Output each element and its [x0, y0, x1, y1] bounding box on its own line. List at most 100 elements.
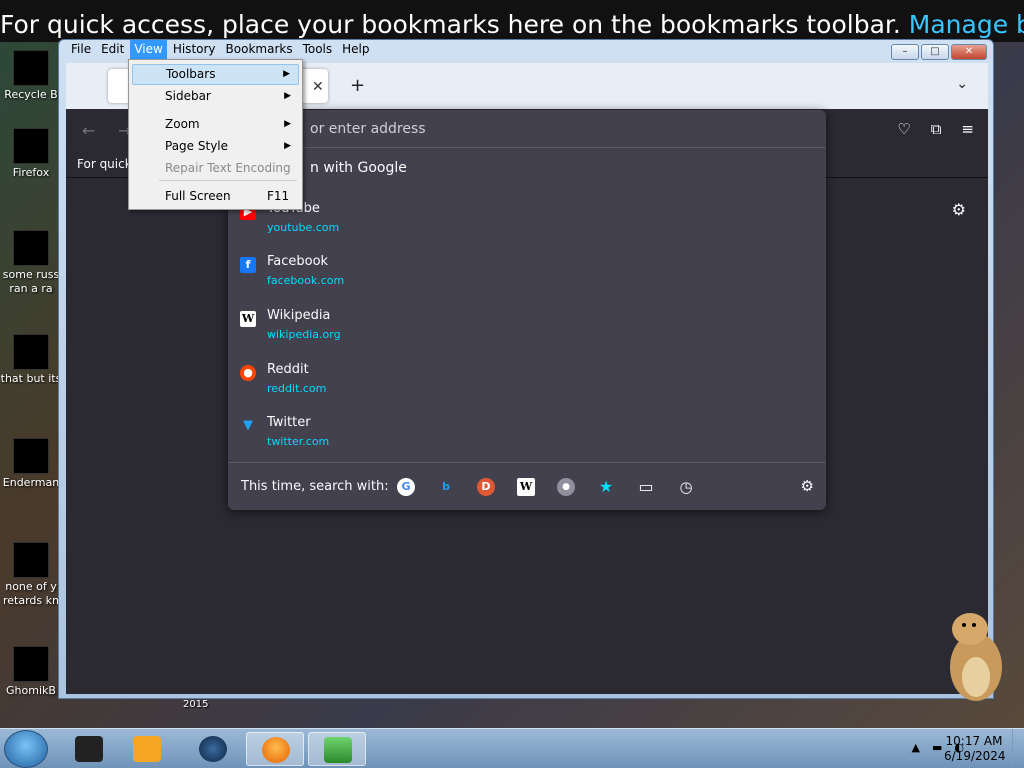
desktop-icon-file-3[interactable]: none of y retards kn [0, 542, 62, 608]
submenu-arrow-icon: ▶ [283, 69, 290, 79]
suggestion-title: Twitter [267, 415, 311, 430]
menu-view[interactable]: View [130, 40, 167, 60]
taskbar: ▲ ▬ ◐ 10:17 AM 6/19/2024 [0, 728, 1024, 768]
taskbar-media-player[interactable] [118, 732, 176, 766]
bing-icon[interactable]: b [437, 478, 455, 496]
taskbar-app-1[interactable] [60, 732, 118, 766]
view-menu-zoom[interactable]: Zoom ▶ [132, 114, 299, 135]
view-menu-toolbars[interactable]: Toolbars ▶ [132, 64, 299, 85]
suggestion-url: reddit.com [267, 382, 327, 395]
suggestion-url: facebook.com [267, 274, 345, 287]
desktop-icon-file-1[interactable]: some russ ran a ra [0, 230, 62, 296]
bookmarks-star-icon[interactable]: ★ [597, 478, 615, 496]
reddit-icon: ● [240, 365, 256, 381]
bookmarks-toolbar-hint: For quick [77, 157, 132, 171]
suggestion-url: wikipedia.org [267, 328, 341, 341]
suggestion-title: Wikipedia [267, 308, 331, 323]
urlbar-placeholder: or enter address [310, 121, 426, 137]
taskbar-app-5[interactable] [308, 732, 366, 766]
wikipedia-icon: W [240, 311, 256, 327]
menu-edit[interactable]: Edit [97, 40, 128, 60]
duckduckgo-icon[interactable]: D [477, 478, 495, 496]
history-icon[interactable]: ◷ [677, 478, 695, 496]
menu-history[interactable]: History [169, 40, 220, 60]
maximize-button[interactable]: □ [921, 44, 949, 60]
menubar: File Edit View History Bookmarks Tools H… [67, 40, 376, 60]
twitter-icon: ▼ [243, 418, 253, 433]
new-tab-button[interactable]: + [350, 75, 365, 96]
taskbar-app-3[interactable] [184, 732, 242, 766]
suggestion-row[interactable]: ▼ Twitter twitter.com [240, 415, 810, 465]
close-button[interactable]: ✕ [951, 44, 987, 60]
app-icon [324, 737, 352, 763]
suggestion-row[interactable]: ▶ YouTube youtube.com [240, 201, 810, 251]
desktop-icon-firefox[interactable]: Firefox [0, 128, 62, 180]
suggestion-title: Reddit [267, 362, 309, 377]
suggestion-row[interactable]: f Facebook facebook.com [240, 254, 810, 304]
start-button[interactable] [4, 730, 48, 768]
suggestion-url: twitter.com [267, 435, 330, 448]
search-with-google-label: n with Google [310, 160, 407, 176]
wallpaper-year-label: 2015 [183, 699, 209, 710]
suggestion-row[interactable]: W Wikipedia wikipedia.org [240, 308, 810, 358]
file-icon [13, 646, 49, 682]
app-icon [199, 736, 227, 762]
facebook-icon: f [240, 257, 256, 273]
file-icon [13, 334, 49, 370]
menu-tools[interactable]: Tools [299, 40, 337, 60]
menu-separator [159, 180, 297, 181]
view-menu-page-style[interactable]: Page Style ▶ [132, 136, 299, 157]
window-controls: – □ ✕ [891, 44, 987, 60]
search-settings-gear-icon[interactable]: ⚙ [801, 477, 814, 495]
desktop-banner-text: For quick access, place your bookmarks h… [0, 10, 1024, 39]
urlbar-input[interactable]: or enter address [228, 110, 826, 148]
desktop-icon-enderman[interactable]: Enderman [0, 438, 62, 490]
network-icon[interactable]: ▬ [932, 741, 942, 754]
pocket-icon[interactable]: ♡ [897, 120, 910, 138]
submenu-arrow-icon: ▶ [284, 119, 291, 129]
back-icon[interactable]: ← [82, 121, 95, 140]
firefox-icon [13, 128, 49, 164]
hamburger-menu-icon[interactable]: ≡ [961, 120, 974, 138]
newtab-settings-gear-icon[interactable]: ⚙ [952, 200, 966, 219]
media-player-icon [133, 736, 161, 762]
list-all-tabs-icon[interactable]: ⌄ [956, 76, 968, 92]
suggestion-row[interactable]: ● Reddit reddit.com [240, 362, 810, 412]
google-icon[interactable]: G [397, 478, 415, 496]
taskbar-firefox[interactable] [246, 732, 304, 766]
view-menu-full-screen[interactable]: Full Screen F11 [132, 186, 299, 207]
view-menu-repair-text-encoding: Repair Text Encoding [165, 161, 291, 175]
file-icon [13, 230, 49, 266]
desktop-icon-recycle-bin[interactable]: Recycle B [0, 50, 62, 102]
view-menu-sidebar[interactable]: Sidebar ▶ [132, 86, 299, 107]
menu-file[interactable]: File [67, 40, 95, 60]
desktop-icon-ghomik[interactable]: GhomikB [0, 646, 62, 698]
minimize-button[interactable]: – [891, 44, 919, 60]
menu-help[interactable]: Help [338, 40, 373, 60]
firefox-icon [262, 737, 290, 763]
tray-expand-icon[interactable]: ▲ [912, 741, 920, 754]
wikipedia-icon[interactable]: W [517, 478, 535, 496]
hamster-image [950, 613, 1002, 701]
menu-bookmarks[interactable]: Bookmarks [222, 40, 297, 60]
tab-close-icon[interactable]: ✕ [312, 79, 324, 95]
suggestion-url: youtube.com [267, 221, 340, 234]
clock-time: 10:17 AM [945, 734, 1003, 748]
recycle-bin-icon [13, 50, 49, 86]
extensions-icon[interactable]: ⧉ [931, 120, 942, 138]
app-icon [75, 736, 103, 762]
search-with-label: This time, search with: [241, 479, 389, 494]
search-icon[interactable]: ● [557, 478, 575, 496]
show-desktop-button[interactable] [1012, 729, 1024, 768]
toolbar-actions: ♡ ⧉ ≡ [897, 120, 974, 138]
desktop-icon-file-2[interactable]: that but its [0, 334, 62, 386]
shortcut-label: F11 [267, 189, 290, 203]
file-icon [13, 438, 49, 474]
tabs-icon[interactable]: ▭ [637, 478, 655, 496]
file-icon [13, 542, 49, 578]
view-menu-popup: Toolbars ▶ Sidebar ▶ Zoom ▶ Page Style ▶ Rep… [128, 59, 303, 210]
taskbar-clock[interactable]: 10:17 AM 6/19/2024 [944, 734, 1006, 764]
submenu-arrow-icon: ▶ [284, 141, 291, 151]
one-off-search-bar: This time, search with: G b D W ● ★ ▭ ◷ … [228, 462, 826, 510]
urlbar-dropdown: or enter address n with Google ▶ YouTube… [228, 110, 826, 510]
